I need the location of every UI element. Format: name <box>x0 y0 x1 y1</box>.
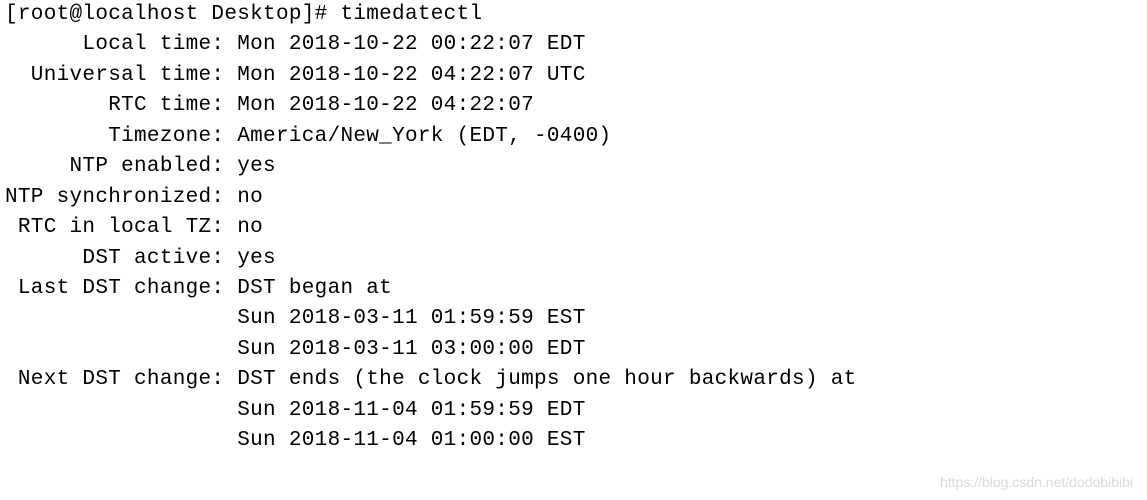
ntp-synced-value: no <box>237 186 263 209</box>
last-dst-change-line2: Sun 2018-03-11 03:00:00 EDT <box>237 338 585 361</box>
next-dst-change-line1: Sun 2018-11-04 01:59:59 EDT <box>237 399 585 422</box>
timezone-label: Timezone: <box>5 125 237 148</box>
universal-time-value: Mon 2018-10-22 04:22:07 UTC <box>237 64 585 87</box>
shell-prompt: [root@localhost Desktop]# <box>5 3 340 26</box>
command-text: timedatectl <box>340 3 482 26</box>
rtc-in-local-label: RTC in local TZ: <box>5 216 237 239</box>
dst-active-label: DST active: <box>5 247 237 270</box>
terminal-output: [root@localhost Desktop]# timedatectl Lo… <box>0 0 1147 457</box>
ntp-enabled-value: yes <box>237 155 276 178</box>
indent <box>5 429 237 452</box>
next-dst-change-line2: Sun 2018-11-04 01:00:00 EST <box>237 429 585 452</box>
rtc-time-label: RTC time: <box>5 94 237 117</box>
ntp-enabled-label: NTP enabled: <box>5 155 237 178</box>
rtc-time-value: Mon 2018-10-22 04:22:07 <box>237 94 534 117</box>
indent <box>5 338 237 361</box>
next-dst-change-msg: DST ends (the clock jumps one hour backw… <box>237 368 856 391</box>
local-time-label: Local time: <box>5 33 237 56</box>
ntp-synced-label: NTP synchronized: <box>5 186 237 209</box>
last-dst-change-label: Last DST change: <box>5 277 237 300</box>
dst-active-value: yes <box>237 247 276 270</box>
universal-time-label: Universal time: <box>5 64 237 87</box>
next-dst-change-label: Next DST change: <box>5 368 237 391</box>
rtc-in-local-value: no <box>237 216 263 239</box>
indent <box>5 307 237 330</box>
watermark-text: https://blog.csdn.net/dodobibibi <box>940 472 1133 492</box>
last-dst-change-msg: DST began at <box>237 277 392 300</box>
local-time-value: Mon 2018-10-22 00:22:07 EDT <box>237 33 585 56</box>
indent <box>5 399 237 422</box>
last-dst-change-line1: Sun 2018-03-11 01:59:59 EST <box>237 307 585 330</box>
timezone-value: America/New_York (EDT, -0400) <box>237 125 611 148</box>
